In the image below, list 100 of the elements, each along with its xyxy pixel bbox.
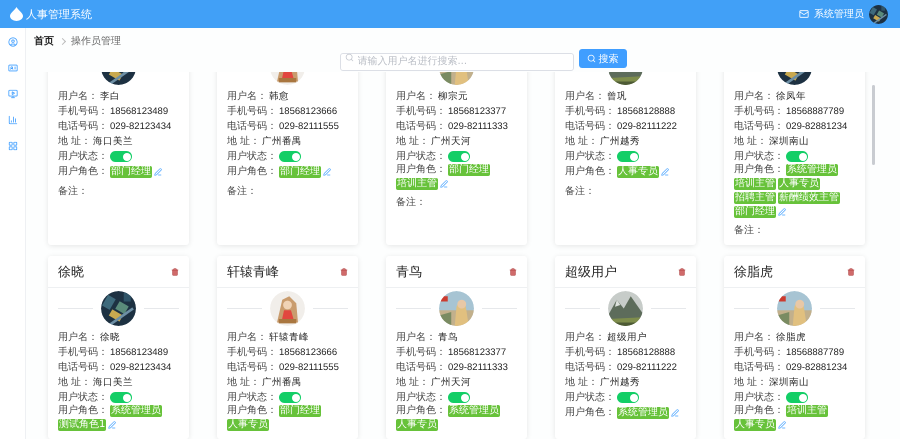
card-title: 超级用户 — [565, 264, 617, 280]
field-label: 手机号码： — [58, 106, 108, 118]
edit-icon[interactable] — [154, 168, 162, 176]
field-value: 18568123666 — [279, 346, 338, 358]
field-value: 深圳南山 — [769, 376, 810, 388]
field-value: 广州越秀 — [600, 136, 640, 148]
status-toggle[interactable] — [617, 151, 639, 162]
field-label: 地 址： — [396, 136, 430, 148]
edit-icon[interactable] — [661, 168, 669, 176]
role-tag: 部门经理 — [110, 166, 152, 178]
field-label: 用户名： — [565, 90, 605, 102]
field-label: 用户名： — [396, 332, 436, 344]
field-value: 柳宗元 — [438, 90, 468, 102]
field-value: 广州天河 — [431, 376, 472, 388]
edit-icon[interactable] — [440, 180, 448, 188]
edit-icon[interactable] — [323, 168, 331, 176]
field-label: 用户状态： — [58, 150, 108, 162]
field-label: 备注： — [396, 196, 427, 209]
grid-icon[interactable] — [8, 141, 18, 151]
field-label: 用户角色： — [734, 405, 784, 417]
scrollbar[interactable] — [872, 85, 875, 165]
field-label: 地 址： — [565, 376, 598, 388]
field-value: 18568123489 — [110, 106, 168, 118]
field-label: 电话号码： — [734, 120, 784, 132]
search-button[interactable]: 搜索 — [578, 49, 626, 68]
field-label: 电话号码： — [565, 362, 615, 374]
field-value: 029-82881234 — [786, 120, 848, 132]
field-label: 用户名： — [227, 90, 267, 102]
field-label: 备注： — [734, 224, 765, 237]
edit-icon[interactable] — [671, 408, 679, 416]
field-value: 18568123377 — [448, 106, 506, 118]
field-label: 用户角色： — [58, 405, 108, 417]
field-label: 手机号码： — [396, 106, 446, 118]
delete-icon[interactable] — [509, 268, 517, 276]
field-value: 轩辕青峰 — [269, 332, 309, 344]
field-label: 用户角色： — [565, 406, 615, 418]
field-label: 用户角色： — [565, 166, 615, 178]
status-toggle[interactable] — [110, 392, 132, 403]
field-label: 地 址： — [565, 136, 598, 148]
field-value: 18568887789 — [786, 346, 844, 358]
delete-icon[interactable] — [340, 268, 348, 276]
field-value: 徐脂虎 — [776, 332, 806, 344]
field-value: 徐凤年 — [776, 90, 806, 102]
field-label: 用户角色： — [58, 166, 108, 178]
field-value: 李白 — [100, 90, 120, 102]
breadcrumb-item[interactable]: 首页 — [34, 34, 54, 48]
user-icon[interactable] — [8, 37, 18, 47]
role-tag: 部门经理 — [448, 164, 490, 176]
bar-chart-icon[interactable] — [8, 115, 18, 125]
status-toggle[interactable] — [448, 392, 470, 403]
field-value: 029-82123434 — [110, 120, 172, 132]
search-icon — [344, 53, 354, 62]
mail-icon[interactable] — [799, 9, 809, 19]
status-toggle[interactable] — [786, 151, 808, 162]
field-value: 029-82881234 — [786, 362, 848, 374]
field-value: 029-82123434 — [110, 362, 172, 374]
status-toggle[interactable] — [279, 392, 301, 403]
field-label: 手机号码： — [734, 106, 784, 118]
field-label: 地 址： — [734, 376, 768, 388]
field-label: 用户角色： — [396, 164, 446, 176]
app-title: 人事管理系统 — [26, 6, 92, 22]
field-label: 电话号码： — [227, 120, 277, 132]
delete-icon[interactable] — [678, 268, 686, 276]
role-tag: 人事专员 — [227, 419, 269, 431]
monitor-icon[interactable] — [8, 89, 18, 99]
card-title: 徐脂虎 — [734, 264, 773, 280]
field-label: 用户状态： — [227, 150, 277, 162]
field-value: 曾巩 — [607, 90, 627, 102]
field-label: 电话号码： — [396, 362, 446, 374]
field-label: 电话号码： — [565, 120, 615, 132]
field-value: 青鸟 — [438, 332, 458, 344]
role-tag: 培训主管 — [396, 178, 438, 190]
role-tag: 系统管理员 — [448, 405, 500, 417]
field-label: 地 址： — [227, 376, 260, 388]
role-tag: 部门经理 — [279, 405, 321, 417]
field-value: 广州番禺 — [262, 376, 302, 388]
status-toggle[interactable] — [786, 392, 808, 403]
search-field[interactable]: 请输入用户名进行搜索... — [340, 52, 574, 70]
field-value: 广州天河 — [431, 136, 472, 148]
status-toggle[interactable] — [448, 151, 470, 162]
field-label: 电话号码： — [58, 362, 108, 374]
edit-icon[interactable] — [778, 208, 786, 216]
field-value: 韩愈 — [269, 90, 289, 102]
role-tag: 部门经理 — [734, 206, 776, 218]
field-value: 029-82111555 — [279, 120, 339, 132]
delete-icon[interactable] — [847, 268, 855, 276]
user-name[interactable]: 系统管理员 — [814, 7, 864, 21]
id-card-icon[interactable] — [8, 63, 18, 73]
role-tag: 人事专员 — [778, 178, 820, 190]
field-label: 备注： — [565, 184, 596, 198]
delete-icon[interactable] — [171, 268, 179, 276]
field-label: 用户名： — [396, 90, 436, 102]
role-tag: 系统管理员 — [617, 406, 669, 418]
field-label: 地 址： — [396, 376, 430, 388]
field-value: 海口美兰 — [93, 376, 134, 388]
status-toggle[interactable] — [617, 392, 639, 403]
edit-icon[interactable] — [108, 421, 116, 429]
status-toggle[interactable] — [110, 151, 132, 162]
edit-icon[interactable] — [778, 421, 786, 429]
status-toggle[interactable] — [279, 151, 301, 162]
